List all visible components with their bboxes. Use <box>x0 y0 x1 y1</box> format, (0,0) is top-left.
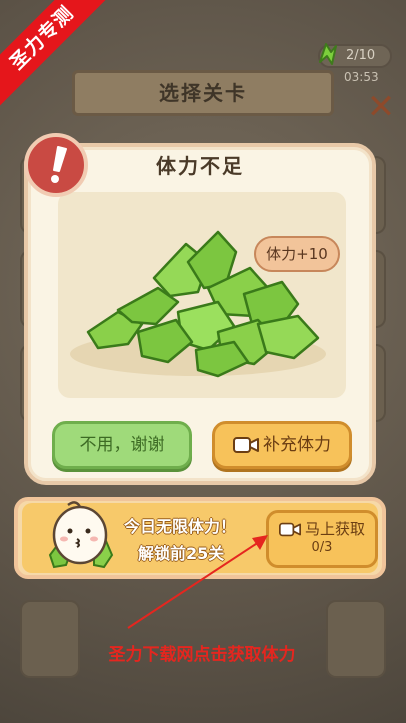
video-camera-icon <box>278 522 301 537</box>
energy-timer: 03:53 <box>344 70 379 84</box>
get-now-text: 马上获取 <box>304 520 365 538</box>
get-now-label: 马上获取 <box>269 518 375 539</box>
video-camera-icon <box>233 437 259 453</box>
page-title: 选择关卡 <box>72 70 334 116</box>
mascot-character <box>48 501 114 569</box>
refill-energy-button[interactable]: 补充体力 <box>212 421 352 469</box>
decline-button-label: 不用，谢谢 <box>79 435 165 455</box>
green-leaf-bolt-icon <box>319 43 337 65</box>
promo-subline: 解锁前25关 <box>138 544 225 563</box>
leaf-pile-art <box>58 192 346 398</box>
level-card <box>326 600 386 678</box>
refill-button-label: 补充体力 <box>263 435 331 455</box>
close-x-icon[interactable]: ✕ <box>364 90 398 124</box>
promo-headline: 今日无限体力！ <box>124 517 237 536</box>
decline-button[interactable]: 不用，谢谢 <box>52 421 192 469</box>
annotation-caption: 圣力下载网点击获取体力 <box>108 645 296 665</box>
get-now-button[interactable]: 马上获取 0/3 <box>266 510 378 568</box>
level-card <box>20 600 80 678</box>
exclamation-icon <box>24 133 88 197</box>
get-now-count: 0/3 <box>311 540 333 555</box>
reward-bubble: 体力+10 <box>254 236 340 272</box>
